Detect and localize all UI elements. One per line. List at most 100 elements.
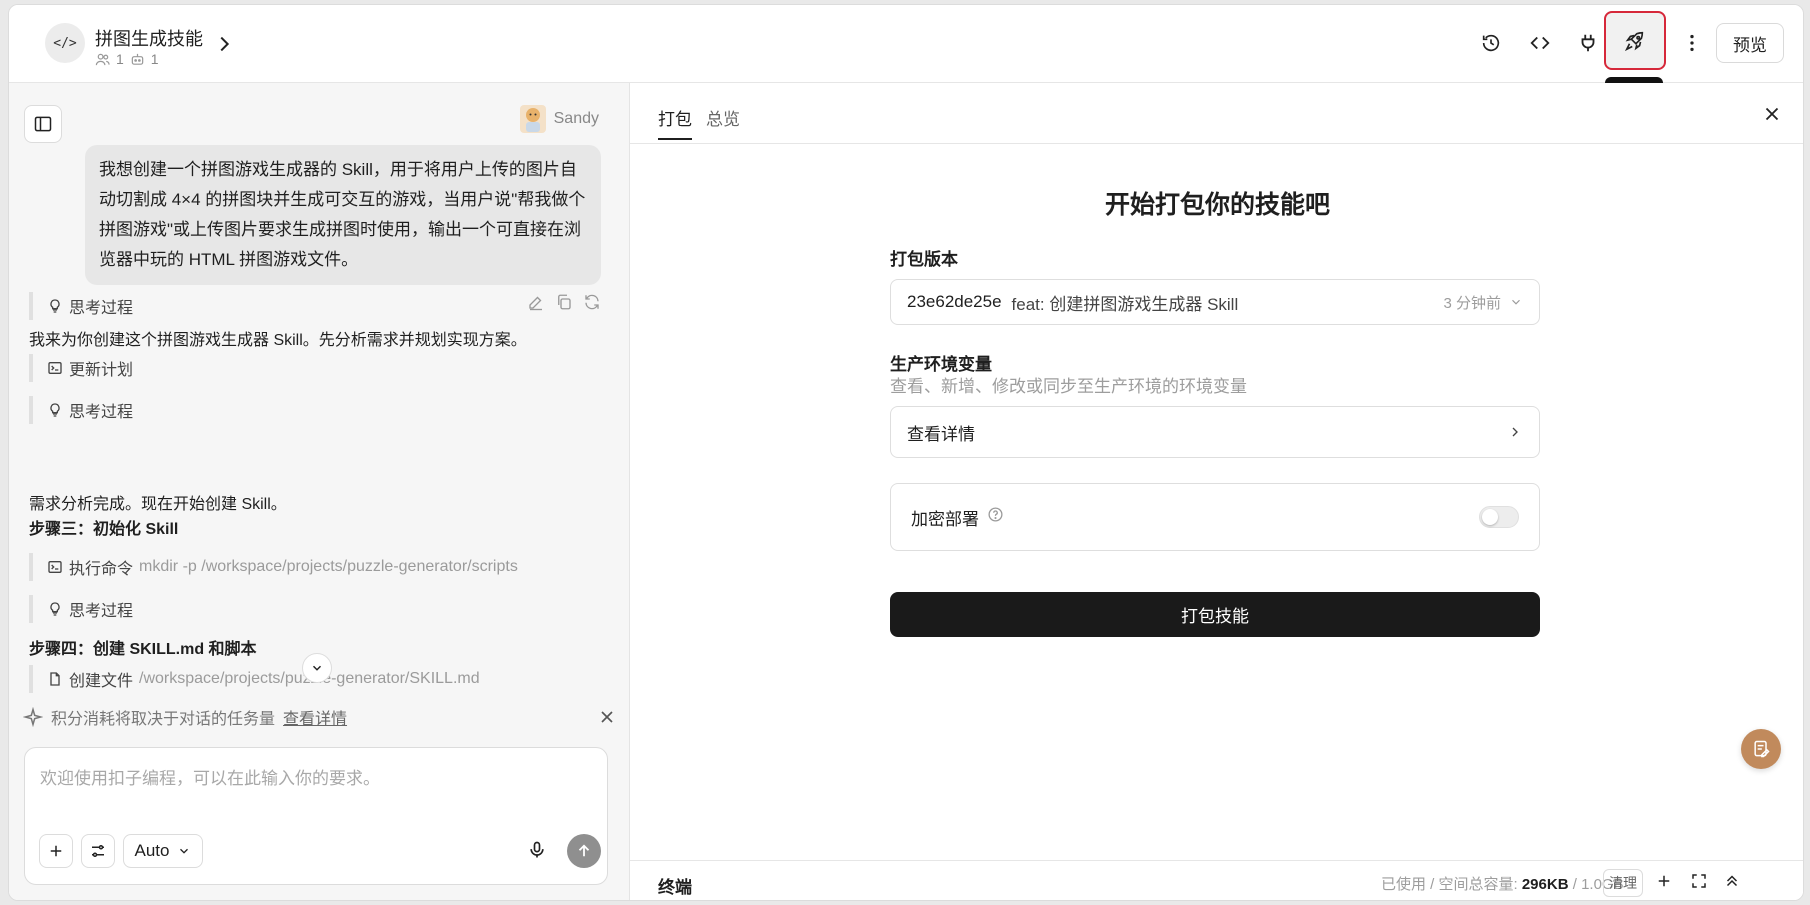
toggle-knob [1482, 509, 1498, 525]
tab-overview[interactable]: 总览 [706, 105, 740, 138]
history-button[interactable] [1473, 25, 1509, 61]
sliders-icon [92, 845, 104, 857]
plus-icon [50, 845, 62, 857]
more-button[interactable] [1674, 25, 1710, 61]
code-button[interactable] [1522, 25, 1558, 61]
project-title[interactable]: 拼图生成技能 [95, 25, 203, 51]
step-label: 思考过程 [69, 404, 134, 421]
members-count: 1 [116, 51, 124, 67]
bulb-icon [50, 299, 60, 313]
send-button[interactable] [567, 834, 601, 868]
step-label: 创建文件 [69, 673, 134, 690]
help-icon[interactable] [987, 506, 1004, 528]
bot-icon [131, 53, 144, 65]
sidebar-icon [34, 116, 52, 132]
scroll-down-button[interactable] [302, 653, 332, 683]
avatar [519, 105, 546, 133]
plug-icon [1581, 34, 1595, 52]
members-icon [95, 53, 110, 65]
history-icon [1482, 34, 1500, 52]
step-text: 需求分析完成。现在开始创建 Skill。 [29, 496, 287, 513]
step-label: 思考过程 [69, 603, 134, 620]
terminal-icon [48, 362, 62, 374]
preview-button[interactable]: 预览 [1716, 23, 1784, 63]
step-exec-command[interactable]: 执行命令 mkdir -p /workspace/projects/puzzle… [29, 553, 619, 581]
chevron-down-icon [1512, 299, 1520, 305]
rocket-icon [1624, 31, 1644, 51]
fullscreen-icon [1692, 874, 1706, 888]
user-message: 我想创建一个拼图游戏生成器的 Skill，用于将用户上传的图片自动切割成 4×4… [85, 145, 601, 285]
step-path: mkdir -p /workspace/projects/puzzle-gene… [139, 558, 518, 575]
arrow-up-icon [578, 844, 590, 857]
encrypt-label: 加密部署 [911, 509, 979, 529]
chat-input-box[interactable]: 欢迎使用扣子编程，可以在此输入你的要求。 Auto [24, 747, 608, 885]
env-details-label: 查看详情 [907, 424, 975, 444]
package-skill-button[interactable]: 打包技能 [890, 592, 1540, 637]
app-window: </> 拼图生成技能 1 1 打包 预览 [8, 4, 1804, 901]
mode-select[interactable]: Auto [123, 834, 203, 868]
commit-time: 3 分钟前 [1443, 292, 1523, 313]
step-thinking[interactable]: 思考过程 [29, 292, 619, 320]
encrypt-deploy-row: 加密部署 [890, 483, 1540, 551]
bulb-icon [50, 403, 60, 417]
app-logo: </> [45, 23, 85, 63]
close-panel-button[interactable] [1761, 103, 1783, 130]
tab-package[interactable]: 打包 [658, 105, 692, 140]
top-header: </> 拼图生成技能 1 1 打包 预览 [9, 5, 1803, 112]
sidebar-toggle-button[interactable] [24, 105, 62, 143]
settings-button[interactable] [81, 834, 115, 868]
username: Sandy [553, 110, 599, 127]
chevron-right-icon [1512, 427, 1518, 437]
close-icon [1765, 107, 1779, 121]
notes-fab[interactable] [1741, 729, 1781, 769]
plus-icon [1658, 875, 1670, 887]
mic-button[interactable] [527, 840, 547, 865]
terminal-icon [48, 561, 62, 573]
chevron-right-icon[interactable] [213, 33, 235, 55]
clear-button[interactable]: 清理 [1603, 869, 1643, 897]
more-vertical-icon [1690, 34, 1694, 52]
avatar-image [525, 108, 540, 132]
add-terminal-button[interactable] [1655, 872, 1673, 895]
step-thinking[interactable]: 思考过程 [29, 595, 619, 623]
fullscreen-button[interactable] [1690, 872, 1708, 895]
commit-hash: 23e62de25e [907, 292, 1002, 311]
expand-terminal-button[interactable] [1723, 872, 1741, 895]
storage-usage: 已使用 / 空间总容量: 296KB / 1.0GB [1381, 876, 1624, 893]
file-icon [50, 672, 60, 686]
env-description: 查看、新增、修改或同步至生产环境的环境变量 [890, 377, 1247, 396]
close-icon[interactable] [597, 707, 617, 727]
code-icon [1530, 36, 1550, 50]
user-header: Sandy [519, 105, 599, 133]
credit-notice: 积分消耗将取决于对话的任务量 查看详情 [23, 703, 623, 731]
mic-icon [530, 841, 544, 858]
sparkle-icon [23, 707, 43, 727]
bots-count: 1 [150, 51, 159, 67]
credit-text: 积分消耗将取决于对话的任务量 [51, 711, 276, 728]
note-edit-icon [1754, 740, 1770, 758]
step-label: 执行命令 [69, 561, 134, 578]
env-details-row[interactable]: 查看详情 [890, 406, 1540, 458]
mode-value: Auto [134, 841, 170, 860]
package-panel: 打包 总览 开始打包你的技能吧 打包版本 23e62de25e feat: 创建… [630, 83, 1803, 900]
chat-panel: Sandy 我想创建一个拼图游戏生成器的 Skill，用于将用户上传的图片自动切… [9, 83, 630, 900]
step-label: 思考过程 [69, 300, 134, 317]
version-select[interactable]: 23e62de25e feat: 创建拼图游戏生成器 Skill 3 分钟前 [890, 279, 1540, 325]
commit-message: feat: 创建拼图游戏生成器 Skill [1011, 294, 1239, 314]
credit-details-link[interactable]: 查看详情 [283, 705, 347, 729]
add-attachment-button[interactable] [39, 834, 73, 868]
package-title: 开始打包你的技能吧 [1104, 191, 1330, 219]
step-label: 更新计划 [69, 362, 134, 379]
step-heading: 步骤三：初始化 Skill [29, 521, 179, 538]
package-button[interactable] [1604, 11, 1666, 70]
chat-input-placeholder[interactable]: 欢迎使用扣子编程，可以在此输入你的要求。 [40, 764, 380, 789]
bulb-icon [50, 602, 60, 616]
step-update-plan[interactable]: 更新计划 [29, 354, 619, 382]
plugin-button[interactable] [1570, 25, 1606, 61]
chevron-down-icon [180, 848, 189, 854]
project-meta: 1 1 [95, 51, 159, 67]
chevron-down-icon [312, 665, 322, 671]
terminal-label[interactable]: 终端 [658, 873, 692, 898]
step-thinking[interactable]: 思考过程 [29, 396, 619, 424]
encrypt-toggle[interactable] [1479, 506, 1519, 528]
